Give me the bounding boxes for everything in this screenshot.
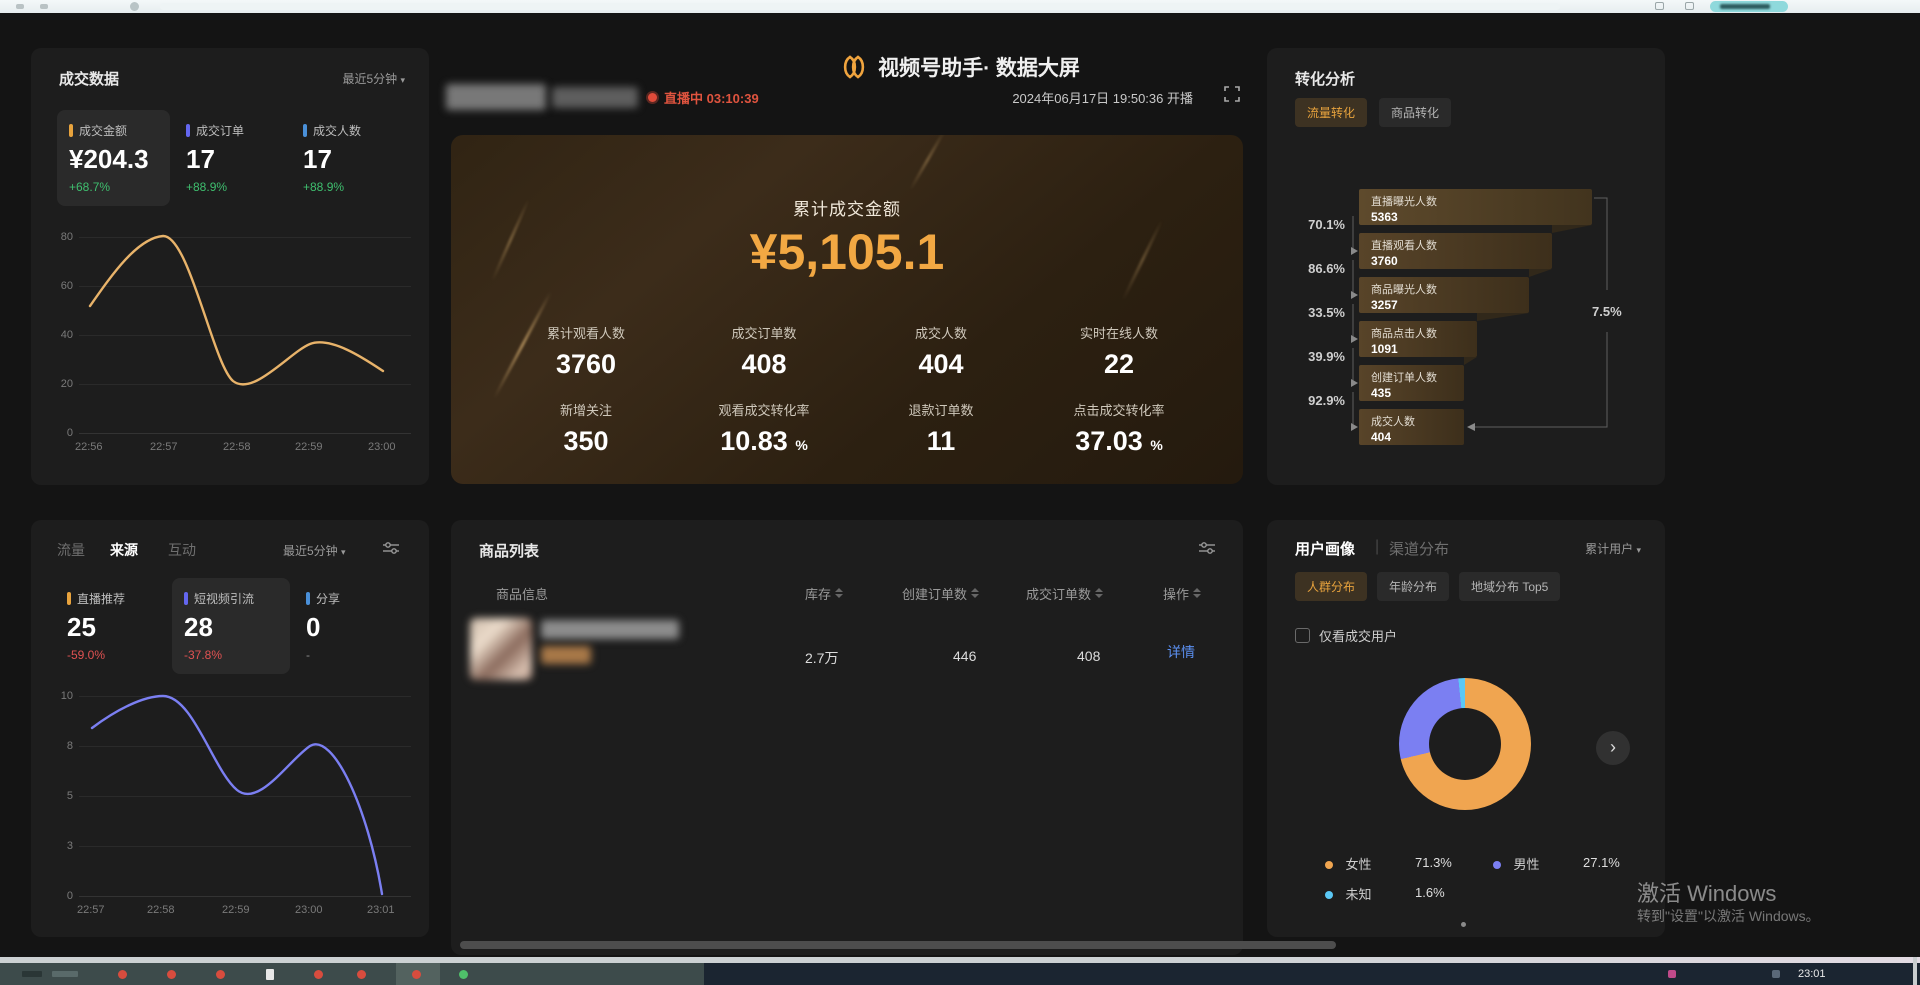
taskbar-doc-icon[interactable]: [266, 969, 274, 980]
legend-male: 男性: [1493, 854, 1539, 874]
search-box[interactable]: [52, 971, 78, 977]
page-title: 视频号助手· 数据大屏: [878, 52, 1080, 82]
tab-user-profile[interactable]: 用户画像: [1295, 538, 1355, 559]
bookmark-star-icon[interactable]: [1655, 2, 1664, 10]
taskbar-clock: 23:01: [1798, 968, 1826, 980]
traffic-source-card: 流量 来源 互动 最近5分钟 ▾ 直播推荐 25 -59.0% 短视频引流 28…: [31, 520, 429, 937]
mp-stat-online: 实时在线人数22: [1034, 323, 1204, 380]
broadcast-start-time: 2024年06月17日 19:50:36 开播: [1012, 88, 1193, 107]
taskbar-app-icon[interactable]: [357, 970, 366, 979]
overall-rate: 7.5%: [1589, 302, 1625, 321]
step-rate: 33.5%: [1283, 305, 1345, 320]
gender-donut-chart: [1399, 678, 1531, 810]
taskbar-app-icon[interactable]: [118, 970, 127, 979]
step-rate: 86.6%: [1283, 261, 1345, 276]
windows-activation-watermark: 激活 Windows: [1637, 876, 1776, 908]
subtab-region[interactable]: 地域分布 Top5: [1459, 572, 1560, 601]
deal-line-chart: [31, 48, 429, 485]
product-settings-icon[interactable]: [1199, 541, 1215, 555]
tray-icon[interactable]: [1772, 970, 1780, 978]
col-deal-orders[interactable]: 成交订单数: [1026, 584, 1103, 603]
cumulative-deal-panel: 累计成交金额 ¥5,105.1 累计观看人数3760 成交订单数408 成交人数…: [451, 135, 1243, 484]
channels-logo-icon: [840, 53, 868, 81]
legend-dot: [1325, 891, 1333, 899]
taskbar-app-icon[interactable]: [314, 970, 323, 979]
mp-stat-click-conversion: 点击成交转化率 37.03 %: [1034, 400, 1204, 457]
col-stock[interactable]: 库存: [805, 584, 843, 603]
product-title-blurred: [541, 620, 679, 639]
mp-stat-buyers: 成交人数404: [856, 323, 1026, 380]
taskbar-app-icon[interactable]: [216, 970, 225, 979]
cell-deal-orders: 408: [1077, 648, 1100, 664]
account-name-blurred: [552, 87, 638, 108]
taskbar-app-icon[interactable]: [167, 970, 176, 979]
tab-favicon: [130, 2, 139, 11]
dashboard-page: 视频号助手· 数据大屏 直播中 03:10:39 2024年06月17日 19:…: [0, 0, 1920, 985]
col-product-info: 商品信息: [496, 584, 548, 603]
legend-female: 女性: [1325, 854, 1371, 874]
product-image-blurred: [470, 618, 532, 680]
detail-link[interactable]: 详情: [1167, 642, 1195, 662]
next-page-button[interactable]: ›: [1596, 731, 1630, 765]
browser-profile-button[interactable]: [1710, 1, 1788, 12]
live-status: 直播中 03:10:39: [664, 88, 759, 107]
legend-unknown-value: 1.6%: [1415, 885, 1445, 900]
user-profile-card: 用户画像 | 渠道分布 累计用户 ▾ 人群分布 年龄分布 地域分布 Top5 仅…: [1267, 520, 1665, 937]
address-bar[interactable]: [160, 3, 1560, 10]
account-avatar-blurred: [446, 84, 546, 110]
cell-created-orders: 446: [953, 648, 976, 664]
step-rate: 39.9%: [1283, 349, 1345, 364]
donut-hole: [1429, 708, 1501, 780]
fullscreen-icon[interactable]: [1224, 86, 1240, 102]
live-dot-icon: [648, 93, 657, 102]
step-rate: 92.9%: [1283, 393, 1345, 408]
browser-top-bar: [0, 0, 1920, 13]
taskbar-app-icon[interactable]: [412, 970, 421, 979]
checkbox-icon[interactable]: [1295, 628, 1310, 643]
legend-female-value: 71.3%: [1415, 855, 1452, 870]
subtab-age[interactable]: 年龄分布: [1377, 572, 1449, 601]
conversion-card: 转化分析 流量转化 商品转化 直播曝光人数5363 直播观看人数3760 商品曝…: [1267, 48, 1665, 485]
browser-forward-icon[interactable]: [40, 4, 48, 9]
mp-stat-refund-orders: 退款订单数11: [856, 400, 1026, 457]
taskbar-right-section: [704, 963, 1920, 985]
windows-activation-watermark-line2: 转到"设置"以激活 Windows。: [1637, 906, 1820, 926]
legend-male-value: 27.1%: [1583, 855, 1620, 870]
taskbar-green-icon[interactable]: [459, 970, 468, 979]
cell-stock: 2.7万: [805, 648, 838, 668]
source-line-chart: [31, 520, 429, 937]
subtab-gender[interactable]: 人群分布: [1295, 572, 1367, 601]
mp-stat-new-follows: 新增关注350: [501, 400, 671, 457]
deal-users-filter[interactable]: 仅看成交用户: [1295, 626, 1397, 645]
horizontal-scrollbar[interactable]: [460, 941, 1336, 949]
total-amount-value: ¥5,105.1: [451, 223, 1243, 281]
extension-icon[interactable]: [1685, 2, 1694, 10]
browser-back-icon[interactable]: [16, 4, 24, 9]
total-amount-label: 累计成交金额: [451, 195, 1243, 220]
legend-unknown: 未知: [1325, 884, 1371, 904]
windows-taskbar: 23:01: [0, 963, 1920, 985]
mp-stat-orders: 成交订单数408: [679, 323, 849, 380]
legend-dot: [1493, 861, 1501, 869]
profile-range-dropdown[interactable]: 累计用户 ▾: [1585, 540, 1641, 557]
start-button[interactable]: [22, 971, 42, 977]
browser-scrollbar[interactable]: [1913, 957, 1917, 985]
pagination-dot[interactable]: [1461, 922, 1466, 927]
mp-stat-viewers: 累计观看人数3760: [501, 323, 671, 380]
checkbox-label: 仅看成交用户: [1319, 626, 1397, 645]
mp-stat-view-conversion: 观看成交转化率 10.83 %: [679, 400, 849, 457]
step-rate: 70.1%: [1283, 217, 1345, 232]
tab-divider: |: [1375, 538, 1379, 556]
col-action[interactable]: 操作: [1163, 584, 1201, 603]
product-list-card: 商品列表 商品信息 库存 创建订单数 成交订单数 操作 2.7万 446 408…: [451, 520, 1243, 955]
product-tag-blurred: [541, 646, 591, 664]
legend-dot: [1325, 861, 1333, 869]
tray-icon[interactable]: [1668, 970, 1676, 978]
deal-data-card: 成交数据 最近5分钟 ▾ 成交金额 ¥204.3 +68.7% 成交订单 17 …: [31, 48, 429, 485]
col-created-orders[interactable]: 创建订单数: [902, 584, 979, 603]
tab-channel-distribution[interactable]: 渠道分布: [1389, 538, 1449, 559]
product-card-title: 商品列表: [479, 540, 539, 561]
